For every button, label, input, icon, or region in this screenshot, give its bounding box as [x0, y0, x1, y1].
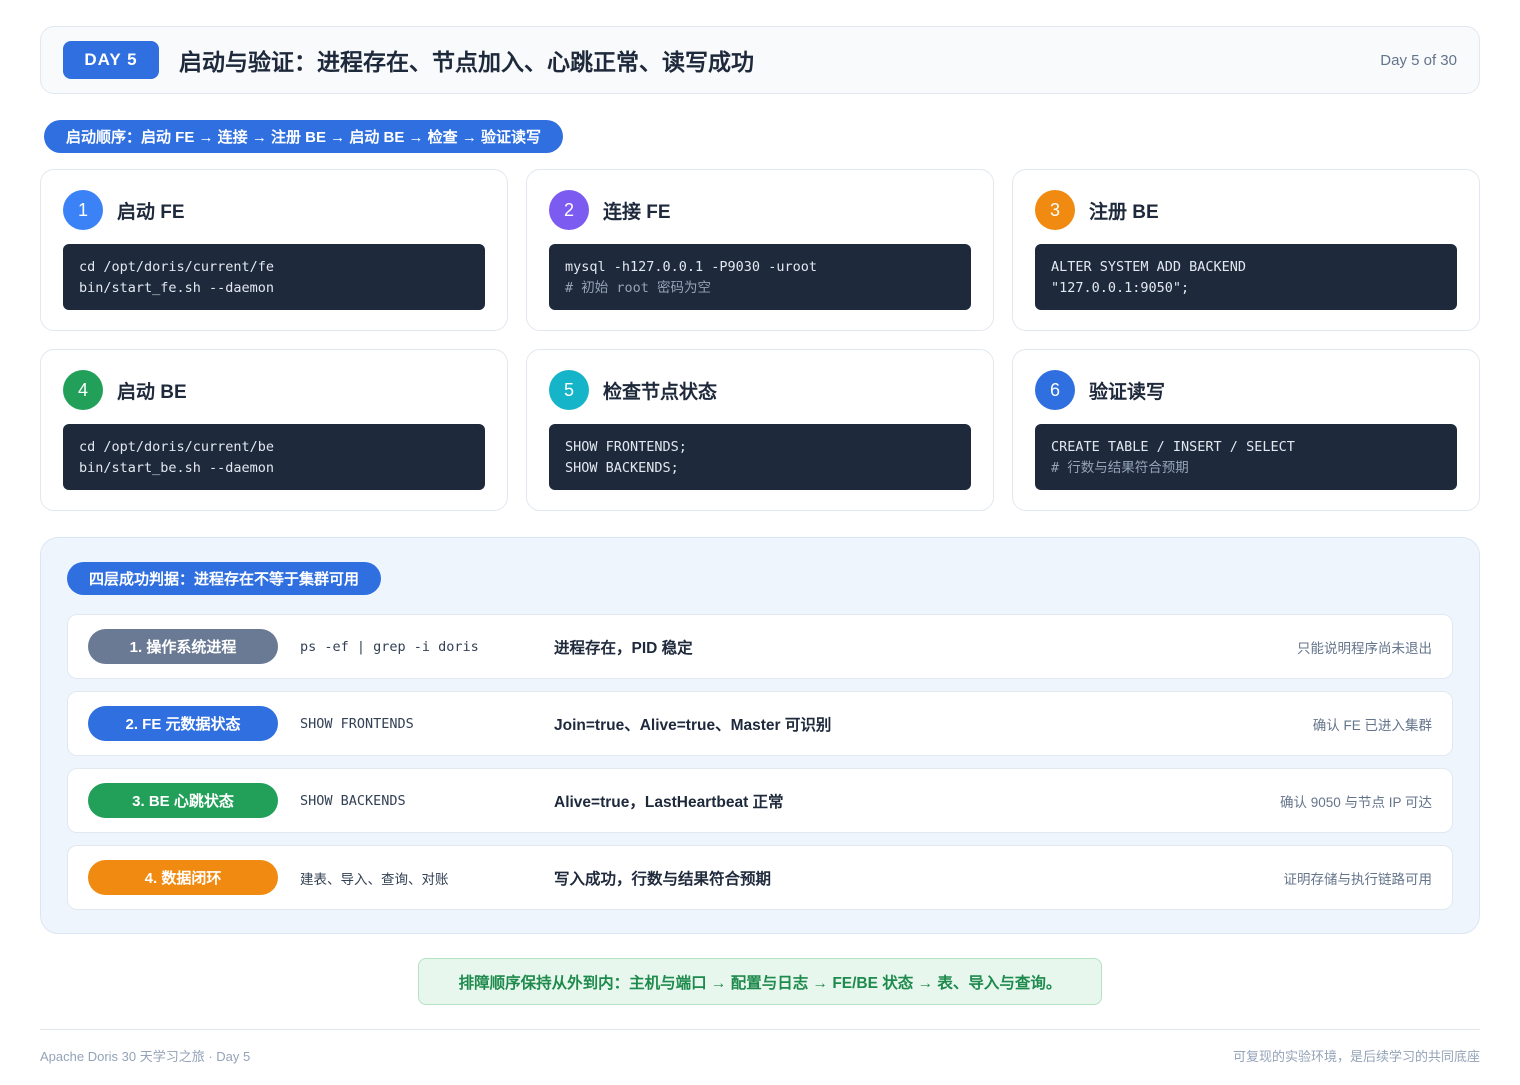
step-number: 3 — [1035, 190, 1075, 230]
footer-tagline: 可复现的实验环境，是后续学习的共同底座 — [1232, 1049, 1480, 1064]
page-title: 启动与验证：进程存在、节点加入、心跳正常、读写成功 — [179, 49, 754, 75]
footer-series-title: Apache Doris 30 天学习之旅 · Day 5 — [40, 1049, 251, 1064]
step-card-1: 1 启动 FE cd /opt/doris/current/fe bin/sta… — [40, 169, 508, 331]
criteria-row-4: 4. 数据闭环 建表、导入、查询、对账 写入成功，行数与结果符合预期 证明存储与… — [67, 845, 1453, 910]
step-card-6: 6 验证读写 CREATE TABLE / INSERT / SELECT # … — [1012, 349, 1480, 511]
criteria-command: SHOW FRONTENDS — [300, 715, 414, 732]
step-number: 1 — [63, 190, 103, 230]
code-line: "127.0.0.1:9050"; — [1051, 280, 1190, 296]
criteria-row-1: 1. 操作系统进程 ps -ef | grep -i doris 进程存在，PI… — [67, 614, 1453, 679]
step-card-4: 4 启动 BE cd /opt/doris/current/be bin/sta… — [40, 349, 508, 511]
criteria-result: Join=true、Alive=true、Master 可识别 — [554, 716, 832, 734]
step-number: 4 — [63, 370, 103, 410]
criteria-note: 证明存储与执行链路可用 — [1283, 871, 1433, 887]
code-block: cd /opt/doris/current/fe bin/start_fe.sh… — [63, 244, 485, 310]
code-line: bin/start_fe.sh --daemon — [79, 280, 275, 296]
criteria-result: 写入成功，行数与结果符合预期 — [554, 870, 772, 888]
code-block: mysql -h127.0.0.1 -P9030 -uroot # 初始 roo… — [549, 244, 971, 310]
success-criteria-panel: 四层成功判据：进程存在不等于集群可用 1. 操作系统进程 ps -ef | gr… — [40, 537, 1480, 934]
code-line: ALTER SYSTEM ADD BACKEND — [1051, 259, 1247, 275]
step-title: 检查节点状态 — [603, 381, 718, 403]
code-line: SHOW FRONTENDS; — [565, 439, 687, 455]
code-line: SHOW BACKENDS; — [565, 460, 679, 476]
criteria-command: ps -ef | grep -i doris — [300, 638, 479, 655]
step-title: 启动 FE — [117, 201, 185, 223]
day-badge: DAY 5 — [63, 41, 159, 79]
step-title: 注册 BE — [1089, 201, 1159, 223]
step-title: 验证读写 — [1089, 381, 1166, 403]
criteria-note: 只能说明程序尚未退出 — [1297, 640, 1432, 656]
step-card-2: 2 连接 FE mysql -h127.0.0.1 -P9030 -uroot … — [526, 169, 994, 331]
criteria-badge: 4. 数据闭环 — [88, 860, 278, 895]
criteria-row-2: 2. FE 元数据状态 SHOW FRONTENDS Join=true、Ali… — [67, 691, 1453, 756]
code-line: mysql -h127.0.0.1 -P9030 -uroot — [565, 259, 817, 275]
footer-divider — [40, 1029, 1480, 1030]
step-card-3: 3 注册 BE ALTER SYSTEM ADD BACKEND "127.0.… — [1012, 169, 1480, 331]
success-criteria-pill: 四层成功判据：进程存在不等于集群可用 — [67, 562, 382, 595]
criteria-command: 建表、导入、查询、对账 — [300, 871, 449, 887]
day-progress: Day 5 of 30 — [1380, 51, 1457, 69]
step-card-5: 5 检查节点状态 SHOW FRONTENDS; SHOW BACKENDS; — [526, 349, 994, 511]
step-title: 启动 BE — [117, 381, 187, 403]
step-number: 5 — [549, 370, 589, 410]
startup-sequence-pill: 启动顺序：启动 FE → 连接 → 注册 BE → 启动 BE → 检查 → 验… — [44, 120, 564, 153]
page-header: DAY 5 启动与验证：进程存在、节点加入、心跳正常、读写成功 Day 5 of… — [40, 26, 1480, 94]
code-line: cd /opt/doris/current/fe — [79, 259, 275, 275]
code-line: cd /opt/doris/current/be — [79, 439, 275, 455]
step-title: 连接 FE — [603, 201, 671, 223]
code-block: ALTER SYSTEM ADD BACKEND "127.0.0.1:9050… — [1035, 244, 1457, 310]
code-block: CREATE TABLE / INSERT / SELECT # 行数与结果符合… — [1035, 424, 1457, 490]
criteria-badge: 3. BE 心跳状态 — [88, 783, 278, 818]
troubleshooting-tip: 排障顺序保持从外到内：主机与端口 → 配置与日志 → FE/BE 状态 → 表、… — [418, 958, 1102, 1005]
criteria-note: 确认 FE 已进入集群 — [1312, 717, 1432, 733]
code-line: bin/start_be.sh --daemon — [79, 460, 275, 476]
code-comment: # 初始 root 密码为空 — [565, 280, 712, 296]
code-line: CREATE TABLE / INSERT / SELECT — [1051, 439, 1295, 455]
code-block: SHOW FRONTENDS; SHOW BACKENDS; — [549, 424, 971, 490]
code-comment: # 行数与结果符合预期 — [1051, 460, 1189, 476]
step-number: 6 — [1035, 370, 1075, 410]
criteria-command: SHOW BACKENDS — [300, 792, 406, 809]
criteria-result: Alive=true，LastHeartbeat 正常 — [554, 793, 784, 811]
criteria-result: 进程存在，PID 稳定 — [554, 639, 693, 657]
criteria-note: 确认 9050 与节点 IP 可达 — [1279, 794, 1432, 810]
code-block: cd /opt/doris/current/be bin/start_be.sh… — [63, 424, 485, 490]
criteria-badge: 1. 操作系统进程 — [88, 629, 278, 664]
step-number: 2 — [549, 190, 589, 230]
criteria-row-3: 3. BE 心跳状态 SHOW BACKENDS Alive=true，Last… — [67, 768, 1453, 833]
criteria-badge: 2. FE 元数据状态 — [88, 706, 278, 741]
